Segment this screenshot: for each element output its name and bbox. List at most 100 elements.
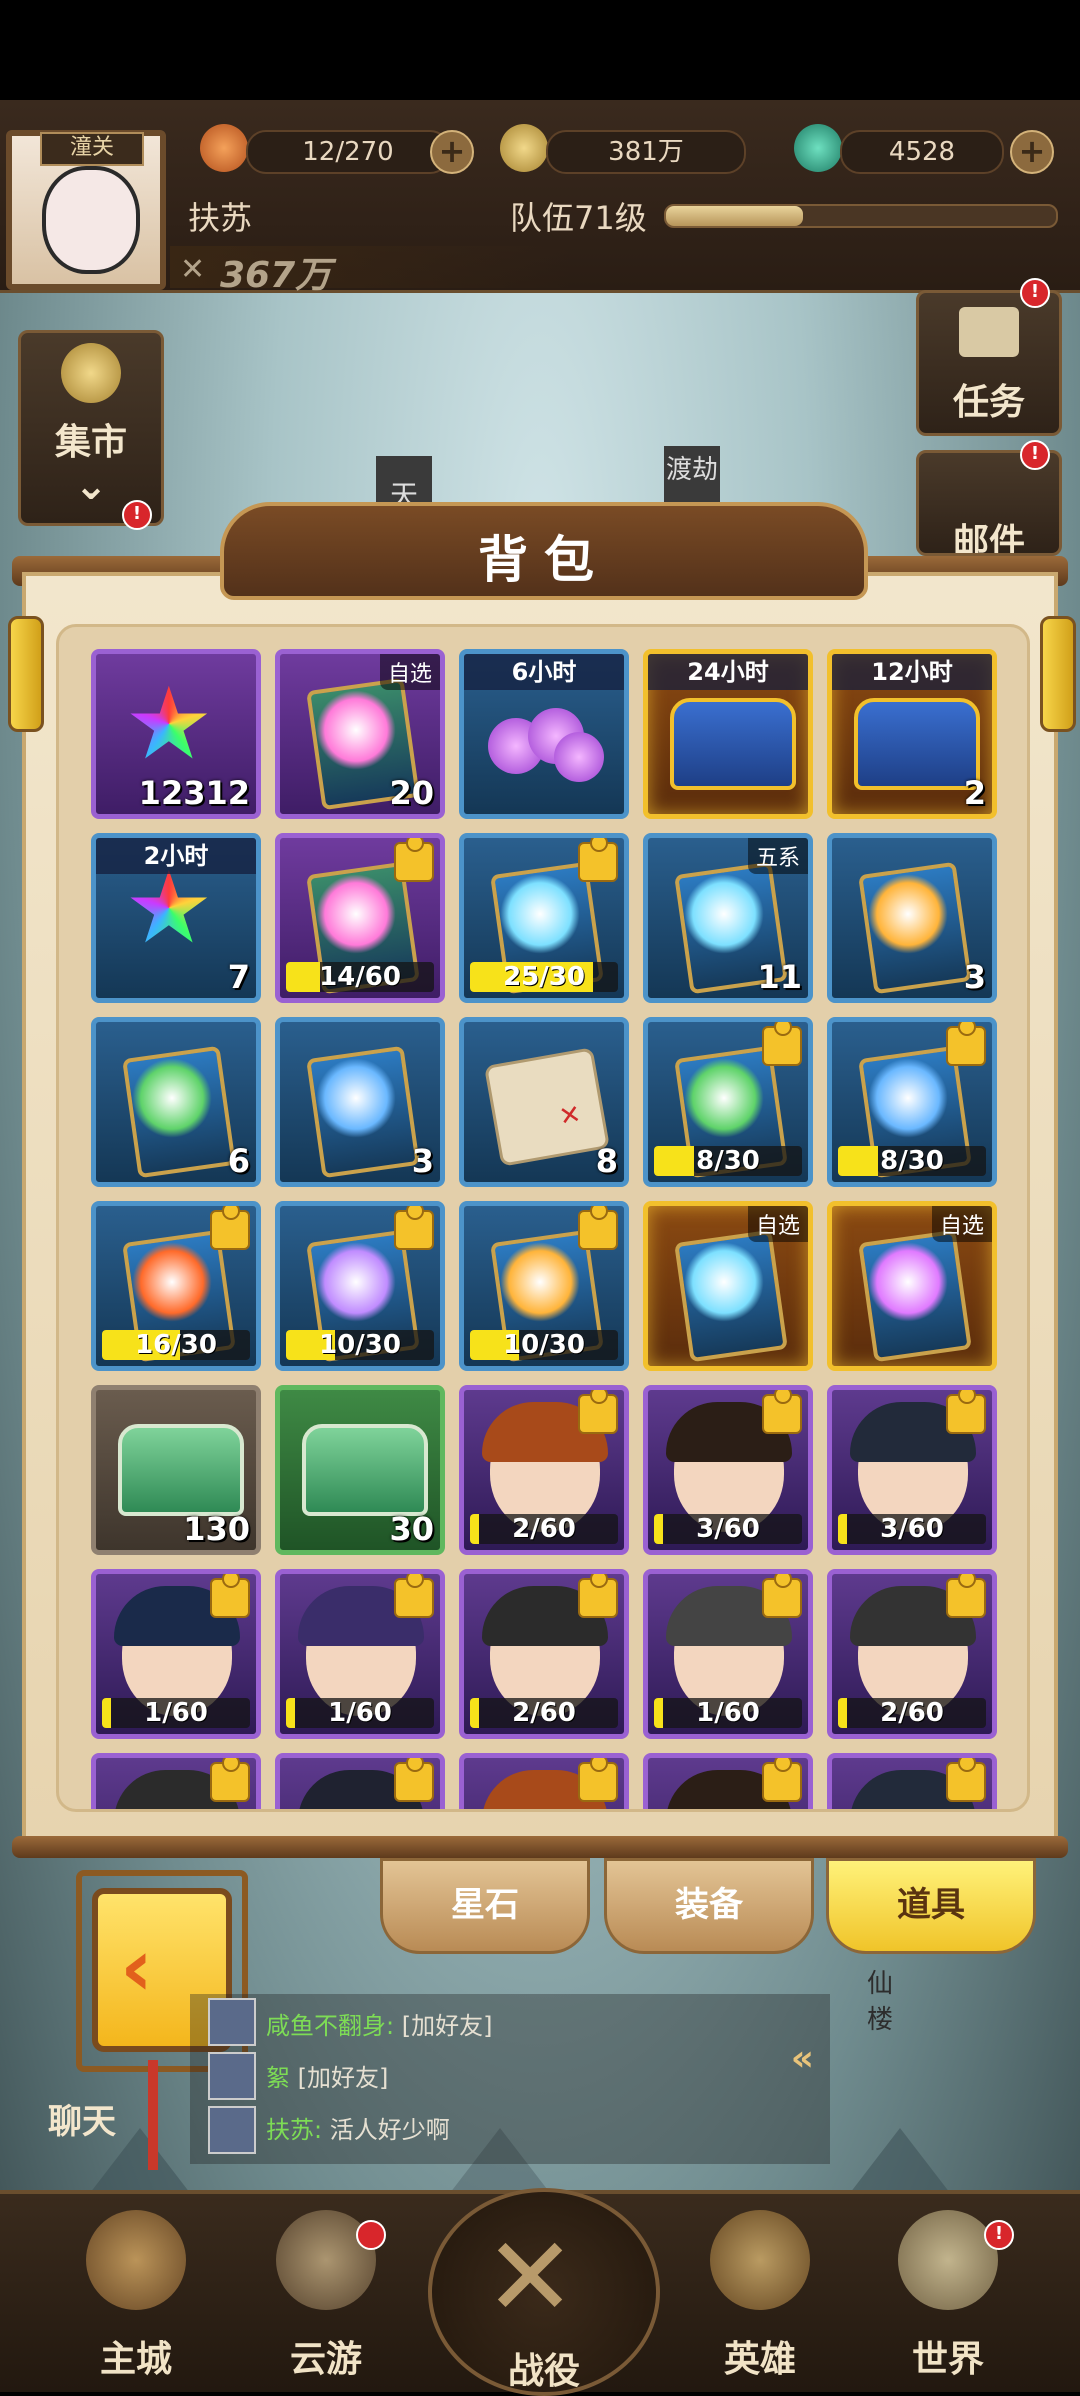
item-slot[interactable]: 8/30 [643,1017,813,1187]
tower-sign: 仙楼 [866,1969,893,2035]
item-corner-tag: 五系 [747,838,808,874]
item-slot[interactable]: 25/30 [459,833,629,1003]
item-slot[interactable]: 2/60 [459,1385,629,1555]
scroll-knob-right [1040,616,1076,732]
puzzle-piece-icon [762,1574,802,1618]
fragment-progress-text: 10/30 [503,1330,585,1360]
chat-button[interactable]: 聊天 [20,2032,160,2172]
market-button[interactable]: 集市 ⌄ [18,330,164,526]
fragment-progress-bar: 14/60 [286,962,434,992]
puzzle-piece-icon [762,1758,802,1802]
avatar [208,2106,256,2154]
element-glyph-icon [316,690,396,770]
nav-main-city[interactable]: 主城 [46,2190,226,2388]
add-food-button[interactable]: + [430,130,474,174]
puzzle-piece-icon [210,1574,250,1618]
element-glyph-icon [684,1242,764,1322]
coin-counter: 381万 [546,130,746,174]
bag-title: 背包 [478,531,610,589]
item-slot[interactable]: 3 [275,1017,445,1187]
jade-chest-icon [302,1424,428,1516]
tab-equipment[interactable]: 装备 [604,1858,814,1954]
puzzle-piece-icon [946,1390,986,1434]
item-slot[interactable]: 1/60 [643,1569,813,1739]
fragment-progress-bar: 10/30 [470,1330,618,1360]
item-slot[interactable] [459,1753,629,1809]
fragment-progress-bar: 1/60 [654,1698,802,1728]
nav-cloud-tour[interactable]: 云游 [236,2190,416,2388]
world-alert-badge: ! [984,2220,1014,2250]
item-slot[interactable] [91,1753,261,1809]
item-slot[interactable] [643,1753,813,1809]
mail-alert-badge: ! [1020,440,1050,470]
item-slot[interactable]: 自选 [643,1201,813,1371]
item-duration-label: 6小时 [464,654,624,690]
item-slot[interactable]: 6小时 [459,649,629,819]
item-slot[interactable]: 16/30 [91,1201,261,1371]
nav-battle[interactable]: ✕ 战役 [428,2188,660,2396]
item-slot[interactable]: 8/30 [827,1017,997,1187]
item-slot[interactable]: 1/60 [91,1569,261,1739]
chat-label: 聊天 [48,2102,116,2142]
tab-star-stones[interactable]: 星石 [380,1858,590,1954]
avatar [208,1998,256,2046]
item-slot[interactable]: 2/60 [459,1569,629,1739]
puzzle-piece-icon [946,1574,986,1618]
player-avatar[interactable]: 潼关 [6,130,166,290]
puzzle-piece-icon [394,1206,434,1250]
item-slot[interactable]: 10/30 [459,1201,629,1371]
item-slot[interactable]: 3 [827,833,997,1003]
add-jade-button[interactable]: + [1010,130,1054,174]
fragment-progress-bar: 2/60 [470,1514,618,1544]
item-slot[interactable]: ✕ 8 [459,1017,629,1187]
swords-icon: ✕ [180,252,206,287]
task-button[interactable]: 任务 [916,290,1062,436]
item-duration-label: 24小时 [648,654,808,690]
item-slot[interactable]: 五系 11 [643,833,813,1003]
item-slot[interactable]: 130 [91,1385,261,1555]
item-slot[interactable]: 1/60 [275,1569,445,1739]
chat-expand-icon[interactable]: « [791,2038,814,2079]
scroll-icon [959,307,1019,357]
item-slot[interactable]: 3/60 [643,1385,813,1555]
item-slot[interactable]: 12小时 2 [827,649,997,819]
nav-world[interactable]: 世界 [858,2190,1038,2388]
fragment-progress-bar: 2/60 [470,1698,618,1728]
item-slot[interactable]: 30 [275,1385,445,1555]
nav-heroes[interactable]: 英雄 [670,2190,850,2388]
item-slot[interactable]: 自选 [827,1201,997,1371]
nav-battle-label: 战役 [507,2351,580,2392]
fragment-progress-bar: 3/60 [838,1514,986,1544]
item-slot[interactable]: 3/60 [827,1385,997,1555]
item-corner-tag: 自选 [931,1206,992,1242]
item-slot[interactable]: 24小时 [643,649,813,819]
fragment-progress-bar: 8/30 [654,1146,802,1176]
fragment-progress-bar: 1/60 [102,1698,250,1728]
element-glyph-icon [868,1058,948,1138]
fragment-progress-text: 2/60 [880,1698,944,1728]
item-slot[interactable]: 10/30 [275,1201,445,1371]
item-corner-tag: 自选 [379,654,440,690]
treasure-chest-icon [854,698,980,790]
item-slot[interactable] [275,1753,445,1809]
item-slot[interactable]: 2/60 [827,1569,997,1739]
chat-panel[interactable]: 咸鱼不翻身: [加好友] 絮 [加好友] 扶苏: 活人好少啊 « [190,1994,830,2164]
item-slot[interactable] [827,1753,997,1809]
puzzle-piece-icon [578,1206,618,1250]
item-slot[interactable]: 6 [91,1017,261,1187]
spirit-orbs-icon [488,708,608,788]
item-slot[interactable]: 自选 20 [275,649,445,819]
item-slot[interactable]: ★ 2小时 7 [91,833,261,1003]
item-corner-tag: 自选 [747,1206,808,1242]
item-slot[interactable]: ★ 12312 [91,649,261,819]
element-glyph-icon [316,1242,396,1322]
puzzle-piece-icon [394,838,434,882]
item-slot[interactable]: 14/60 [275,833,445,1003]
tab-items[interactable]: 道具 [826,1858,1036,1954]
fragment-progress-bar: 8/30 [838,1146,986,1176]
item-grid: ★ 12312 自选 20 6小时 24小时 12小时 2 ★ 2小时 7 14/60 25/30 五系 1… [56,624,1030,1812]
chat-message: 扶苏: 活人好少啊 [266,2110,450,2145]
treasure-map-icon: ✕ [483,1047,611,1167]
fragment-progress-text: 2/60 [512,1514,576,1544]
element-glyph-icon [500,1242,580,1322]
